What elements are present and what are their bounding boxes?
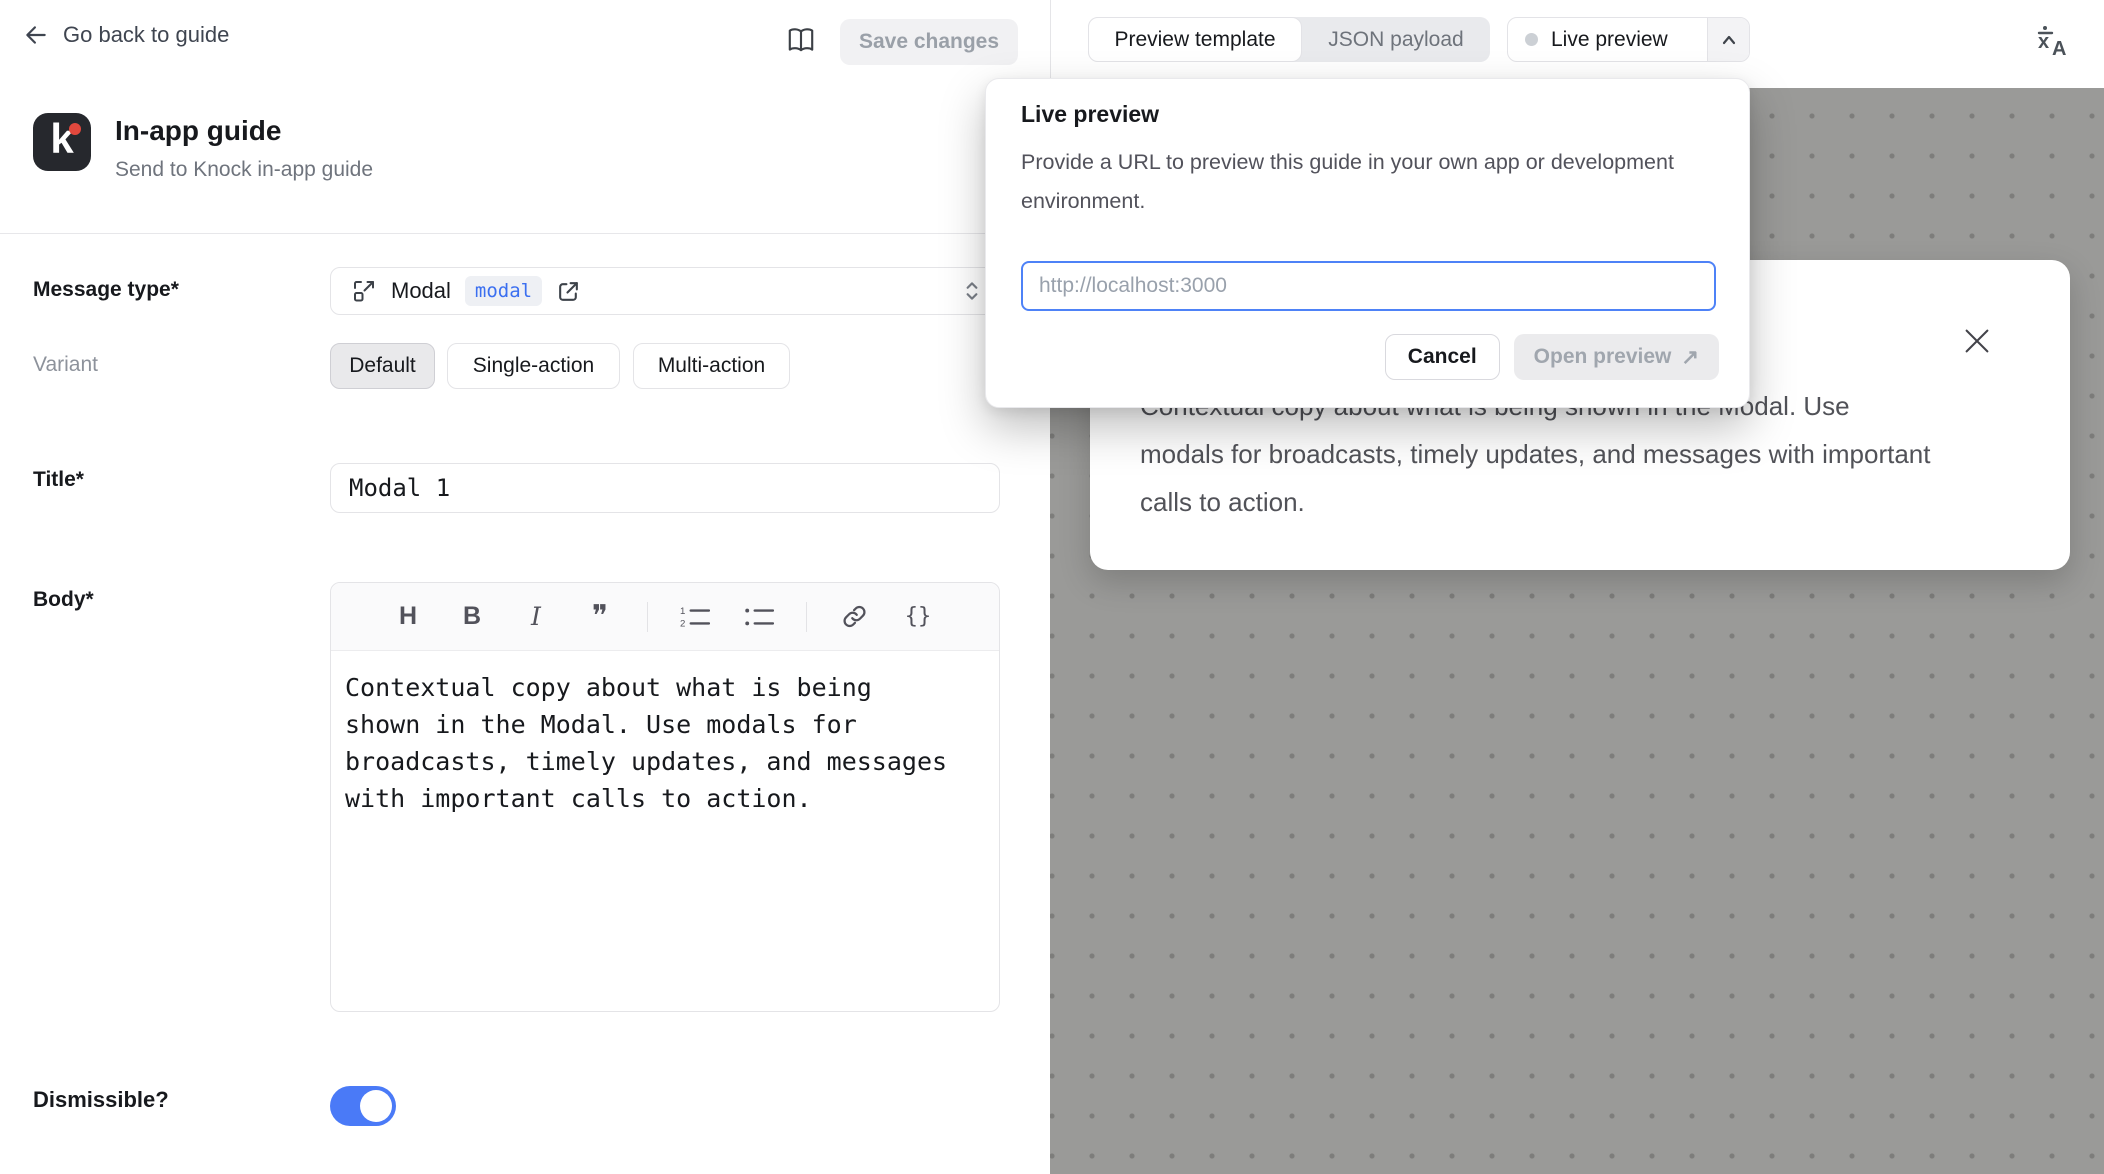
guide-editor-window: Go back to guide Save changes k In-app g… [0, 0, 2104, 1174]
page-title: In-app guide [115, 115, 281, 147]
italic-icon[interactable]: I [519, 600, 553, 634]
link-icon[interactable] [837, 600, 871, 634]
toolbar-divider [647, 602, 648, 632]
save-changes-button[interactable]: Save changes [840, 19, 1018, 65]
title-label: Title* [33, 468, 84, 492]
variable-braces-icon[interactable]: {} [901, 600, 935, 634]
svg-text:A: A [2052, 38, 2066, 60]
preview-url-input[interactable] [1021, 261, 1716, 311]
panel-divider [1050, 0, 1051, 88]
arrow-up-right-icon: ↗ [1681, 345, 1699, 370]
page-subtitle: Send to Knock in-app guide [115, 158, 373, 182]
title-input[interactable] [330, 463, 1000, 513]
modal-type-icon [351, 278, 377, 304]
bold-icon[interactable]: B [455, 600, 489, 634]
status-dot-icon [1525, 33, 1538, 46]
open-preview-button[interactable]: Open preview ↗ [1514, 334, 1719, 380]
translate-icon[interactable]: x A [2033, 20, 2075, 62]
message-type-label: Message type* [33, 278, 179, 302]
svg-text:x: x [2038, 31, 2049, 53]
variant-option-multi-action[interactable]: Multi-action [633, 343, 790, 389]
svg-text:2: 2 [680, 618, 685, 629]
select-chevrons-icon [963, 279, 981, 303]
body-label: Body* [33, 588, 94, 612]
bullet-list-icon[interactable] [742, 600, 776, 634]
body-editor: H B I ❞ 1 2 [330, 582, 1000, 1012]
body-editor-toolbar: H B I ❞ 1 2 [331, 583, 999, 651]
header-divider [0, 233, 1050, 234]
message-type-value: Modal [391, 278, 451, 304]
message-type-select[interactable]: Modal modal [330, 267, 1000, 315]
popover-title: Live preview [1021, 101, 1159, 128]
knock-logo: k [33, 113, 91, 171]
live-preview-popover: Live preview Provide a URL to preview th… [985, 78, 1750, 408]
arrow-left-icon [23, 22, 49, 48]
live-preview-label: Live preview [1551, 28, 1668, 52]
toggle-knob [360, 1090, 392, 1122]
toolbar-divider [806, 602, 807, 632]
cancel-button[interactable]: Cancel [1385, 334, 1500, 380]
blockquote-icon[interactable]: ❞ [583, 600, 617, 634]
docs-book-icon[interactable] [785, 24, 817, 56]
open-preview-label: Open preview [1534, 345, 1672, 369]
heading-icon[interactable]: H [391, 600, 425, 634]
svg-text:1: 1 [680, 605, 685, 616]
knock-logo-dot [69, 123, 81, 135]
knock-logo-letter: k [33, 115, 91, 163]
variant-label: Variant [33, 353, 98, 377]
back-to-guide-link[interactable]: Go back to guide [23, 22, 229, 48]
message-type-key-badge: modal [465, 276, 542, 306]
live-preview-button[interactable]: Live preview [1507, 17, 1750, 62]
variant-option-single-action[interactable]: Single-action [447, 343, 620, 389]
dismissible-label: Dismissible? [33, 1087, 169, 1113]
live-preview-collapse-button[interactable] [1707, 18, 1749, 61]
body-editor-content[interactable]: Contextual copy about what is being show… [331, 651, 955, 817]
popover-description: Provide a URL to preview this guide in y… [1021, 143, 1681, 221]
close-icon[interactable] [1962, 326, 1992, 356]
ordered-list-icon[interactable]: 1 2 [678, 600, 712, 634]
variant-option-default[interactable]: Default [330, 343, 435, 389]
tab-preview-template[interactable]: Preview template [1088, 17, 1302, 62]
dismissible-toggle[interactable] [330, 1086, 396, 1126]
tab-json-payload[interactable]: JSON payload [1302, 17, 1490, 62]
back-to-guide-label: Go back to guide [63, 22, 229, 48]
external-link-icon[interactable] [556, 279, 581, 304]
body-text: Contextual copy about what is being show… [345, 669, 955, 817]
popover-actions: Cancel Open preview ↗ [986, 334, 1749, 380]
